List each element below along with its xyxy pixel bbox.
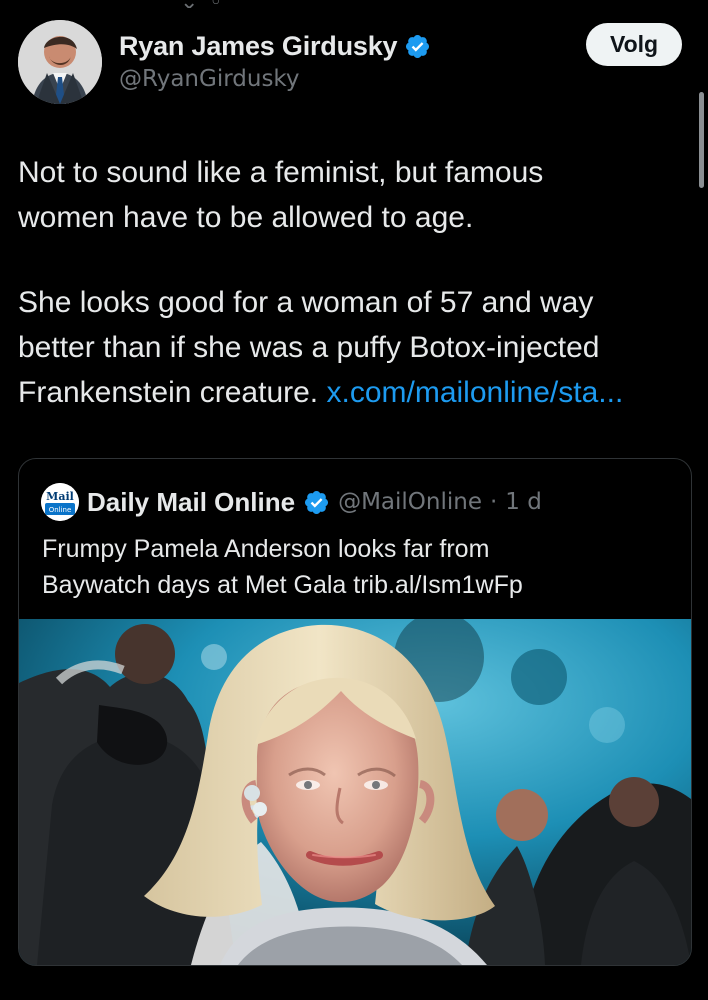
quoted-text-line: Baywatch days at Met Gala trib.al/Ism1wF… <box>42 571 523 599</box>
mail-online-logo-image: Mail Online <box>41 483 79 521</box>
tweet-link[interactable]: x.com/mailonline/sta... <box>327 376 624 409</box>
tweet-text: Not to sound like a feminist, but famous… <box>18 150 693 415</box>
quoted-tweet-text: Frumpy Pamela Anderson looks far from Ba… <box>42 531 662 603</box>
metadata-separator: · <box>489 489 498 515</box>
tweet-text-line: better than if she was a puffy Botox-inj… <box>18 331 600 364</box>
quoted-tweet-card[interactable]: Mail Online Daily Mail Online @MailOnlin… <box>18 458 692 966</box>
svg-text:Online: Online <box>49 506 72 514</box>
tweet-text-line: women have to be allowed to age. <box>18 201 474 234</box>
photo-image <box>19 619 691 965</box>
author-name-row: Ryan James Girdusky <box>119 29 431 63</box>
quoted-author-handle[interactable]: @MailOnline <box>338 489 482 515</box>
verified-badge-icon <box>305 490 329 514</box>
tweet-text-last-line: Frankenstein creature. x.com/mailonline/… <box>18 370 693 415</box>
tweet-text-prefix: Frankenstein creature. <box>18 376 319 409</box>
tweet-text-line: She looks good for a woman of 57 and way <box>18 286 594 319</box>
quoted-text-line: Frumpy Pamela Anderson looks far from <box>42 535 490 563</box>
verified-badge-icon <box>406 34 430 58</box>
scrollbar-thumb[interactable] <box>699 92 704 188</box>
follow-button[interactable]: Volg <box>586 23 682 66</box>
tweet-header: Ryan James Girdusky @RyanGirdusky Volg <box>18 20 682 108</box>
cropped-previous-text: ⌄ ◦ ⌃ <box>180 0 300 8</box>
svg-text:Mail: Mail <box>46 490 74 503</box>
author-name[interactable]: Ryan James Girdusky <box>119 31 398 62</box>
quoted-tweet-time[interactable]: 1 d <box>505 489 542 515</box>
tweet-text-line: Not to sound like a feminist, but famous <box>18 156 544 189</box>
author-avatar-image <box>18 20 102 104</box>
quoted-author-name[interactable]: Daily Mail Online <box>87 487 295 518</box>
quoted-tweet-photo[interactable] <box>19 619 691 965</box>
author-avatar[interactable] <box>18 20 102 104</box>
mail-online-logo-icon[interactable]: Mail Online <box>41 483 79 521</box>
quoted-author-row: Mail Online Daily Mail Online @MailOnlin… <box>41 483 542 521</box>
author-info: Ryan James Girdusky @RyanGirdusky <box>119 29 431 92</box>
author-handle[interactable]: @RyanGirdusky <box>119 66 431 92</box>
